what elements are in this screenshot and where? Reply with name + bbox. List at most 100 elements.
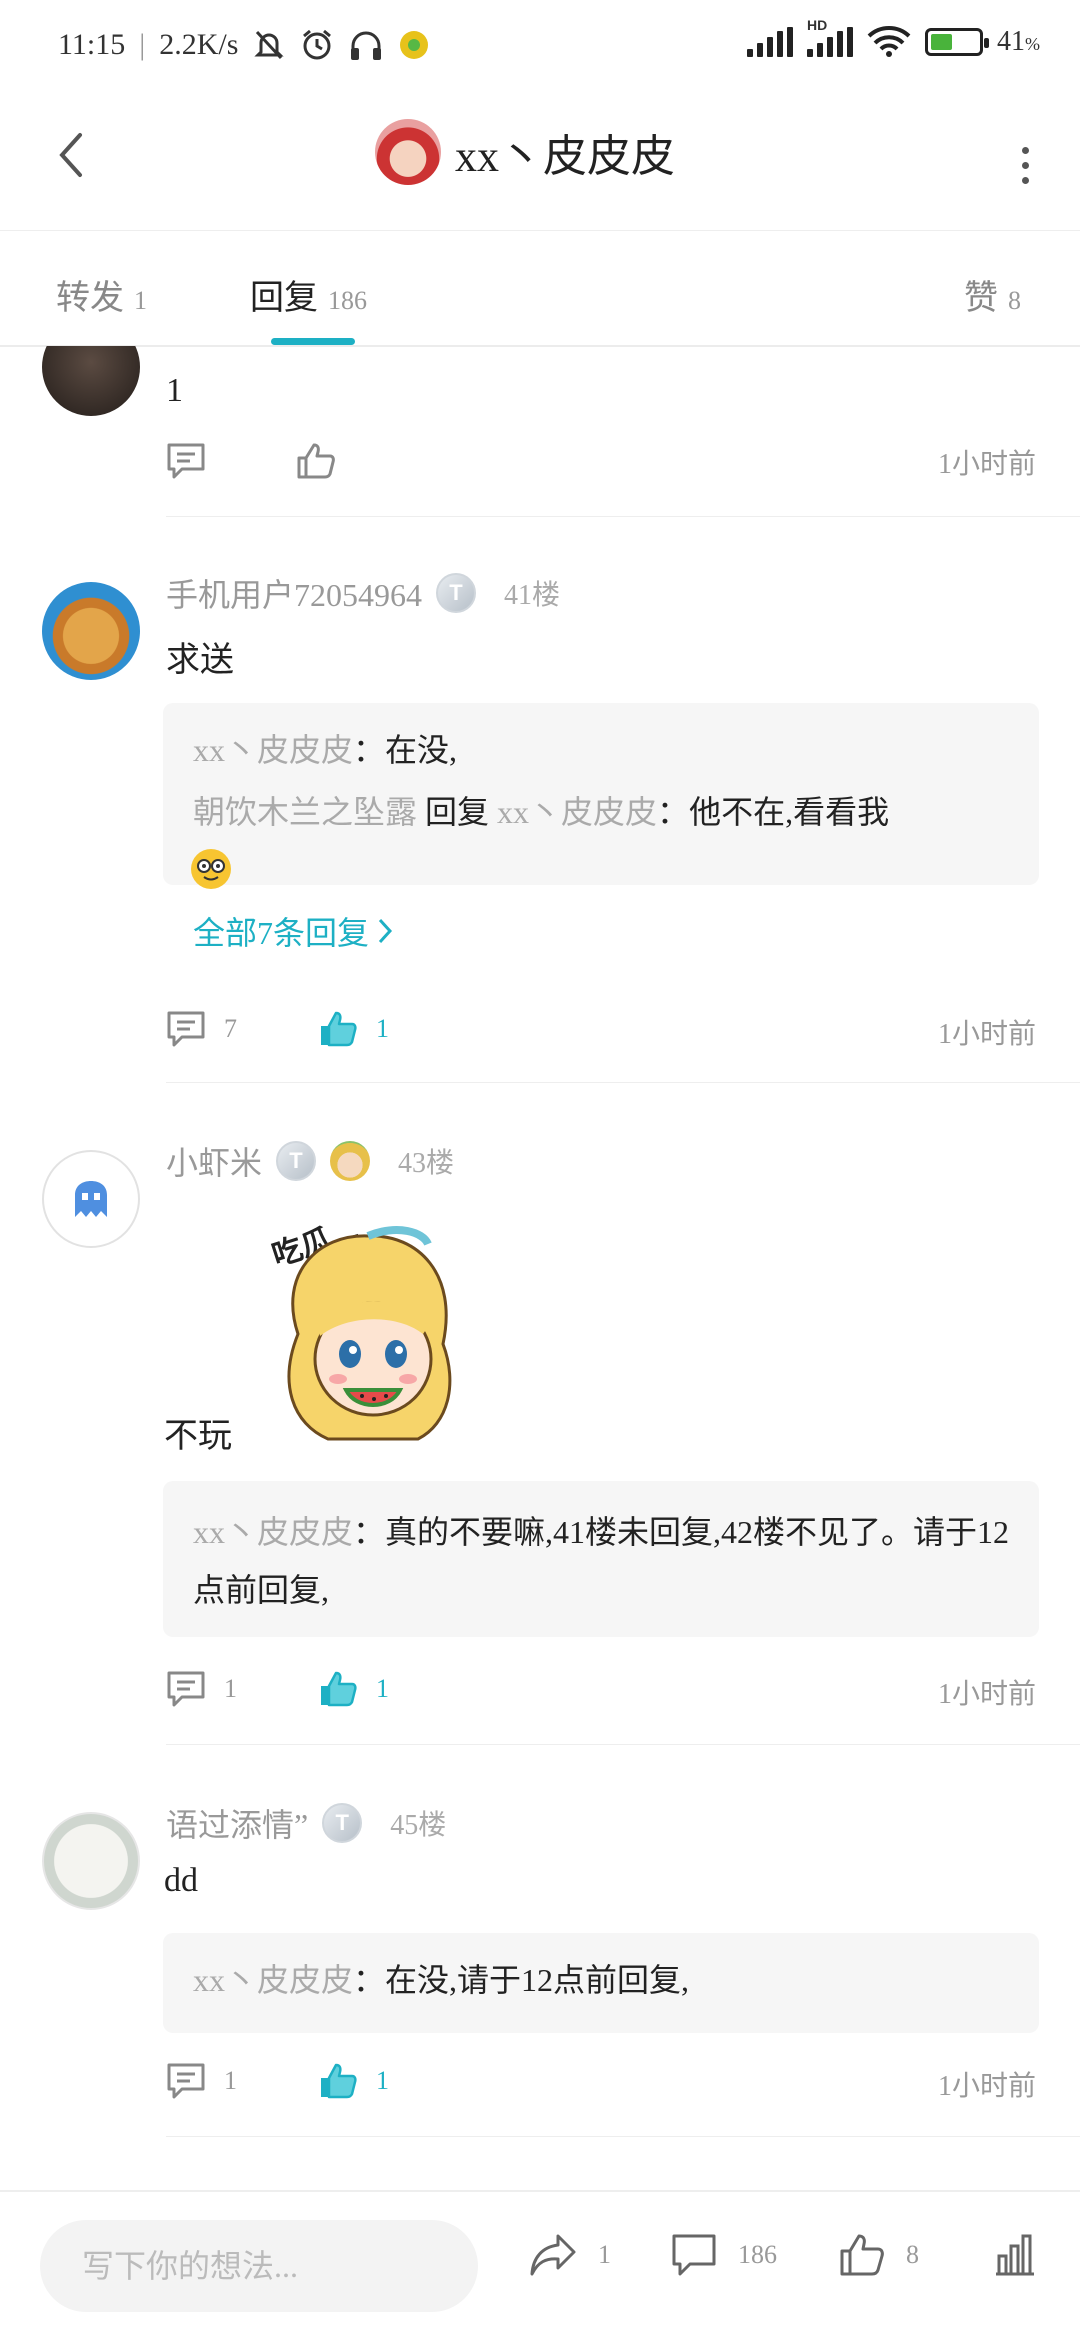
divider [166,1082,1080,1083]
app-notification-icon [400,31,429,59]
signal-hd-icon: HD [807,17,853,57]
comment-time: 1小时前 [937,449,1036,480]
comment-item: 手机用户72054964 T 41楼 求送 xx丶皮皮皮：在没, 朝饮木兰之坠露… [0,520,1080,1080]
level-badge-icon: T [322,1803,363,1843]
like-button[interactable]: 1 [318,2062,389,2100]
share-count: 1 [598,2240,611,2269]
comment-icon [167,1011,205,1047]
tab-reposts-count: 1 [134,286,147,315]
header: xx丶皮皮皮 [0,95,1080,231]
reply-separator: ： [353,732,386,768]
pixel-ghost-icon [75,1181,107,1217]
thumbs-up-filled-icon [321,1011,357,1047]
like-post-button[interactable]: 8 [838,2232,919,2278]
tab-replies-label: 回复 [250,280,318,317]
comment-count: 186 [738,2240,777,2269]
sticker-image[interactable]: 吃瓜… [258,1213,478,1450]
battery-unit: % [1025,34,1040,54]
comment-bubble-icon [672,2234,716,2276]
tab-likes-label: 赞 [964,280,998,317]
headphones-icon [351,31,382,60]
reply-button[interactable]: 7 [166,1010,237,1048]
tab-bar: 转发 1 回复 186 赞8 [0,230,1080,347]
avatar[interactable] [42,1150,140,1248]
back-arrow-icon [59,133,82,177]
reply-button[interactable]: 1 [166,1670,237,1708]
like-count: 1 [376,1674,389,1703]
mute-bell-icon [254,30,285,60]
reply-author[interactable]: xx丶皮皮皮 [193,1514,353,1550]
back-button[interactable] [40,125,100,185]
page-title: xx丶皮皮皮 [455,132,675,181]
tab-reposts[interactable]: 转发 1 [56,270,147,319]
thumbs-up-filled-icon [321,2063,357,2099]
reply-author[interactable]: xx丶皮皮皮 [193,1962,353,1998]
signal-icon [747,27,793,57]
reply-button[interactable]: 1 [166,2062,237,2100]
like-count: 1 [376,1014,389,1043]
status-time: 11:15 [58,28,126,61]
like-count: 1 [376,2066,389,2095]
level-badge-icon: T [276,1141,317,1181]
thumbs-up-filled-icon [321,1671,357,1707]
divider [166,516,1080,517]
like-button[interactable]: 1 [318,1670,389,1708]
bottom-action-bar: 1 186 8 [0,2190,1080,2342]
share-button[interactable]: 1 [528,2232,611,2278]
tab-likes-count: 8 [1008,286,1021,315]
avatar[interactable] [42,582,140,680]
reply-preview-box[interactable]: xx丶皮皮皮：真的不要嘛,41楼未回复,42楼不见了。请于12点前回复, [163,1481,1039,1637]
stats-button[interactable] [992,2232,1038,2278]
comment-text: 1 [166,372,183,409]
nerd-face-emoji-icon [191,849,231,889]
active-tab-indicator [271,338,355,345]
reply-preview-box[interactable]: xx丶皮皮皮：在没, 朝饮木兰之坠露 回复 xx丶皮皮皮：他不在,看看我 [163,703,1039,889]
like-button[interactable] [296,442,336,480]
user-name[interactable]: 小虾米 [166,1138,262,1184]
more-options-button[interactable] [1010,135,1040,195]
user-name[interactable]: 语过添情” [166,1800,308,1846]
reply-count: 1 [224,2066,237,2095]
like-post-count: 8 [906,2240,919,2269]
reply-text: 在没, [385,732,458,768]
comment-item: 语过添情” T 45楼 dd xx丶皮皮皮：在没,请于12点前回复, 1 1 1… [0,1748,1080,2138]
reply-separator: ： [353,1962,386,1998]
comment-icon [167,443,205,479]
comment-button[interactable]: 186 [670,2232,777,2278]
divider [166,1744,1080,1745]
pendant-badge-icon [330,1141,371,1181]
reply-author[interactable]: 朝饮木兰之坠露 [193,794,417,830]
thumbs-up-icon [840,2234,884,2276]
thumbs-up-icon [297,443,335,479]
floor-number: 41楼 [504,580,561,611]
divider [166,2136,1080,2137]
avatar[interactable] [42,1812,140,1910]
comment-icon [167,2063,205,2099]
reply-preview-box[interactable]: xx丶皮皮皮：在没,请于12点前回复, [163,1933,1039,2033]
chevron-right-icon [378,918,393,944]
comment-input[interactable] [40,2220,478,2312]
tab-likes[interactable]: 赞8 [964,270,1021,319]
view-all-replies-label: 全部7条回复 [193,915,370,951]
view-all-replies-link[interactable]: 全部7条回复 [193,908,393,954]
status-bar: 11:15 | 2.2K/s HD 41% [58,17,1040,61]
reply-count: 1 [224,1674,237,1703]
floor-number: 43楼 [398,1148,455,1179]
reply-text: 他不在,看看我 [689,794,890,830]
tab-reposts-label: 转发 [56,280,124,317]
user-name[interactable]: 手机用户72054964 [166,570,422,616]
floor-number: 45楼 [390,1810,447,1841]
bar-chart-icon [996,2234,1034,2276]
reply-author[interactable]: xx丶皮皮皮 [193,732,353,768]
like-button[interactable]: 1 [318,1010,389,1048]
reply-button[interactable] [166,442,206,480]
reply-separator: ： [657,794,690,830]
tab-replies[interactable]: 回复 186 [250,270,367,319]
alarm-icon [303,29,332,60]
tab-replies-count: 186 [328,286,367,315]
reply-count: 7 [224,1014,237,1043]
reply-target[interactable]: xx丶皮皮皮 [497,794,657,830]
author-avatar[interactable] [375,119,441,185]
level-badge-icon: T [436,573,477,613]
battery-icon [925,28,989,56]
